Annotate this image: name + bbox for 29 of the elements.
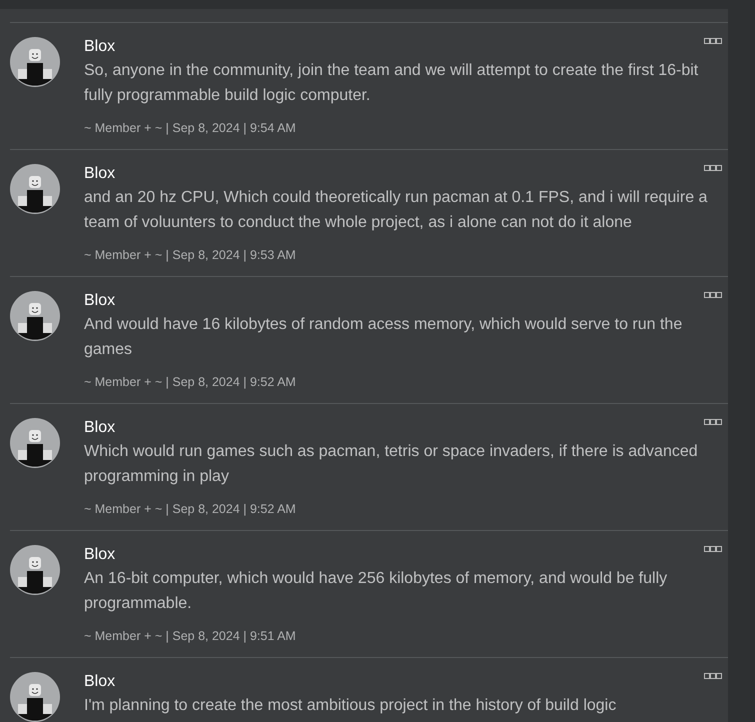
more-options-icon[interactable] <box>704 673 722 679</box>
comment-text: Which would run games such as pacman, tetris or space invaders, if there is advanced programming in play <box>84 442 699 487</box>
comment-meta: ~ Member + ~ | Sep 8, 2024 | 9:52 AM <box>84 374 297 391</box>
comment-text: and an 20 hz CPU, Which could theoretically run pacman at 0.1 FPS, and i will require a team of voluunters to conduct the whole project, as i alone can not do it alone <box>84 188 708 233</box>
author-name[interactable]: Blox <box>84 544 116 566</box>
comment-meta: ~ Member + ~ | Sep 8, 2024 | 9:53 AM <box>84 247 297 264</box>
avatar-icon <box>10 418 60 468</box>
comment-text: An 16-bit computer, which would have 256 kilobytes of memory, and would be fully programmable. <box>84 569 668 614</box>
more-options-icon[interactable] <box>704 419 722 425</box>
avatar-icon <box>10 545 60 595</box>
more-options-icon[interactable] <box>704 165 722 171</box>
comment-meta: ~ Member + ~ | Sep 8, 2024 | 9:51 AM <box>84 628 297 645</box>
comment-text: And would have 16 kilobytes of random acess memory, which would serve to run the games <box>84 315 684 360</box>
avatar-icon <box>10 164 60 214</box>
more-options-icon[interactable] <box>704 546 722 552</box>
comment-text: I'm planning to create the most ambitious project in the history of build logic <box>84 696 618 716</box>
author-name[interactable]: Blox <box>84 290 116 312</box>
more-options-icon[interactable] <box>704 292 722 298</box>
author-name[interactable]: Blox <box>84 671 116 693</box>
avatar-icon <box>10 672 60 722</box>
comment-text: So, anyone in the community, join the team and we will attempt to create the first 16-bit fully programmable build logic computer. <box>84 61 700 106</box>
author-name[interactable]: Blox <box>84 163 116 185</box>
more-options-icon[interactable] <box>704 38 722 44</box>
avatar-icon <box>10 37 60 87</box>
avatar-icon <box>10 291 60 341</box>
comment-meta: ~ Member + ~ | Sep 8, 2024 | 9:52 AM <box>84 501 297 518</box>
author-name[interactable]: Blox <box>84 36 116 58</box>
author-name[interactable]: Blox <box>84 417 116 439</box>
comment-meta: ~ Member + ~ | Sep 8, 2024 | 9:54 AM <box>84 120 297 137</box>
